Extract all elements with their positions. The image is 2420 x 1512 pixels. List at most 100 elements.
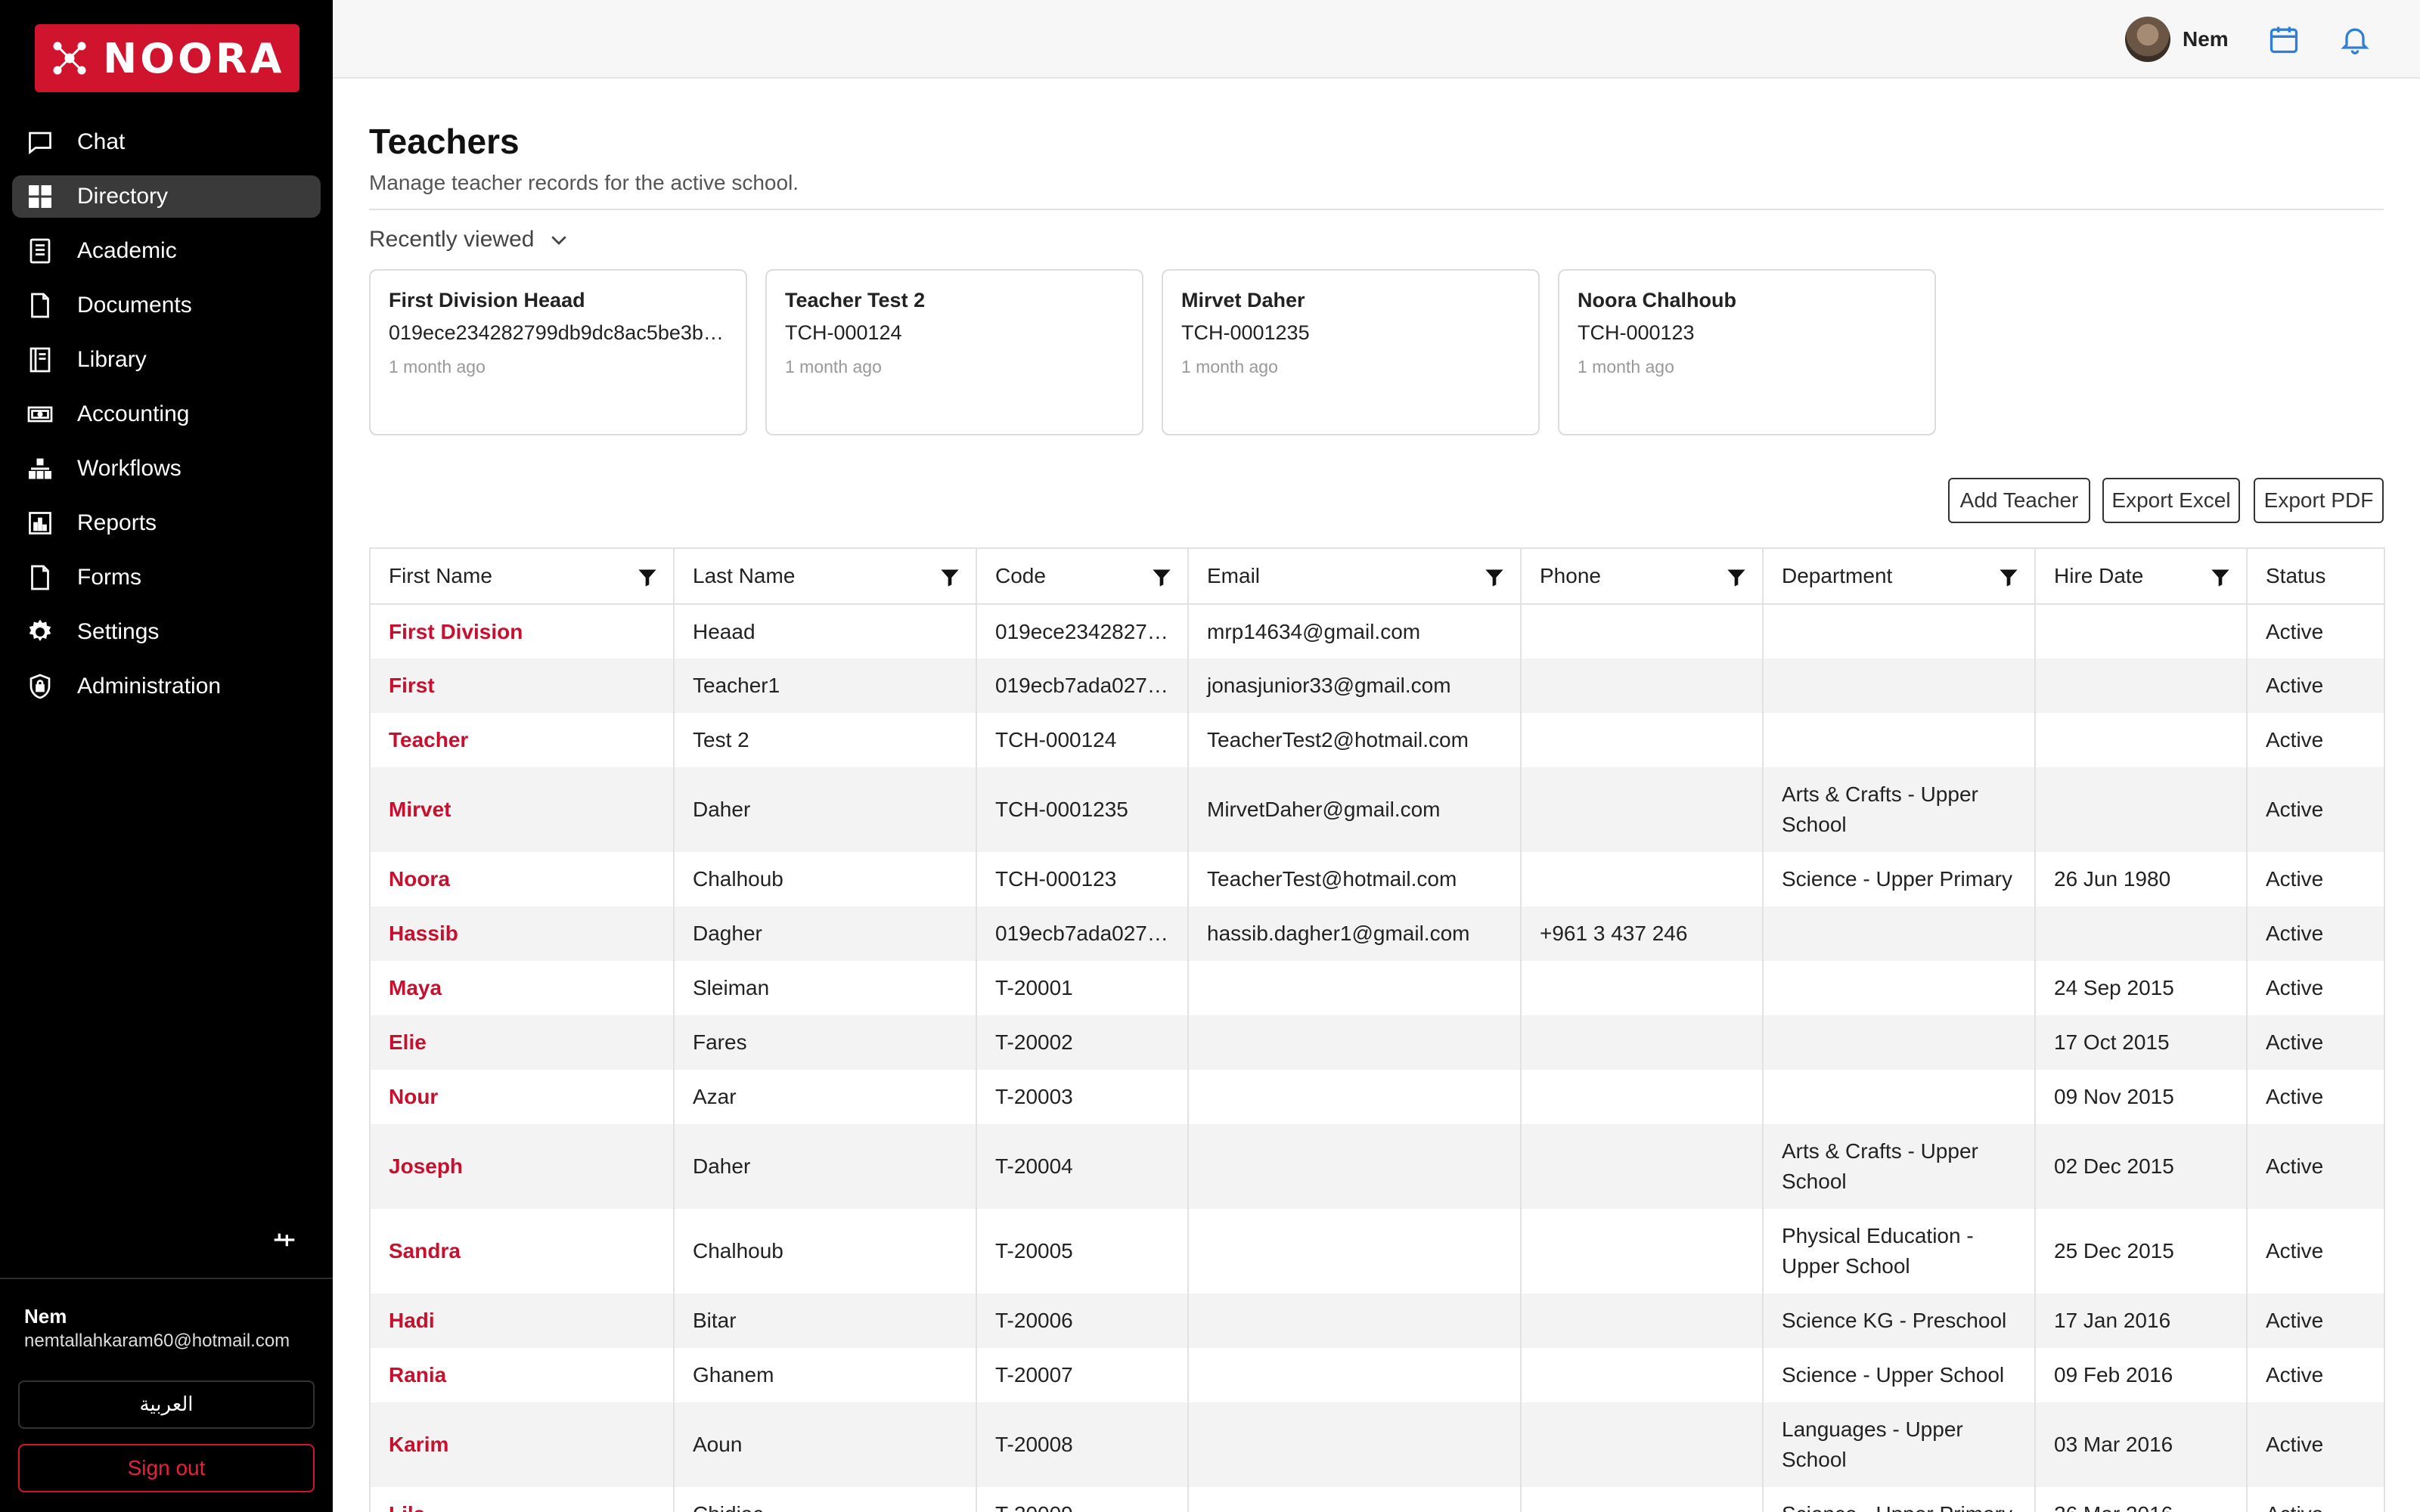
cell-email: mrp14634@gmail.com: [1187, 604, 1522, 658]
table-row[interactable]: Rania Ghanem T-20007 Science - Upper School…: [369, 1348, 2385, 1402]
sign-out-button[interactable]: Sign out: [18, 1444, 315, 1492]
recent-card[interactable]: Noora Chalhoub TCH-000123 1 month ago: [1558, 269, 1936, 435]
chevron-down-icon: [551, 236, 567, 245]
cell-code: T-20005: [976, 1209, 1189, 1294]
sidebar-item-label: Administration: [77, 674, 222, 699]
cell-first-name[interactable]: Hassib: [369, 906, 675, 961]
column-header-code[interactable]: Code: [976, 547, 1189, 605]
cell-phone: [1520, 1209, 1764, 1294]
add-teacher-button[interactable]: Add Teacher: [1948, 478, 2090, 523]
table-row[interactable]: First Division Heaad 019ece23428279… mrp146…: [369, 604, 2385, 658]
filter-icon[interactable]: [1484, 567, 1505, 588]
recent-card[interactable]: First Division Heaad 019ece234282799db9d…: [369, 269, 747, 435]
gear-icon: [26, 618, 54, 646]
cell-first-name[interactable]: Teacher: [369, 713, 675, 767]
cell-phone: [1520, 658, 1764, 713]
sidebar-item-academic[interactable]: Academic: [12, 230, 321, 272]
recent-card-name: Mirvet Daher: [1181, 289, 1305, 311]
cell-email: hassib.dagher1@gmail.com: [1187, 906, 1522, 961]
cell-email: [1187, 1487, 1522, 1512]
sidebar-item-reports[interactable]: Reports: [12, 502, 321, 544]
filter-icon[interactable]: [1726, 567, 1747, 588]
recent-card[interactable]: Teacher Test 2 TCH-000124 1 month ago: [765, 269, 1143, 435]
cell-status: Active: [2246, 1487, 2385, 1512]
cell-email: [1187, 1348, 1522, 1402]
noora-logo[interactable]: NOORA: [35, 24, 299, 92]
recent-card-name: Teacher Test 2: [785, 289, 926, 311]
table-row[interactable]: Elie Fares T-20002 17 Oct 2015 Active: [369, 1015, 2385, 1070]
cell-code: TCH-0001235: [976, 767, 1189, 852]
cell-first-name[interactable]: Elie: [369, 1015, 675, 1070]
table-row[interactable]: Hadi Bitar T-20006 Science KG - Preschool 17…: [369, 1294, 2385, 1348]
export-pdf-button[interactable]: Export PDF: [2254, 478, 2384, 523]
sidebar-item-workflows[interactable]: Workflows: [12, 448, 321, 490]
column-header-department[interactable]: Department: [1762, 547, 2036, 605]
column-header-status[interactable]: Status: [2246, 547, 2385, 605]
cell-first-name[interactable]: Sandra: [369, 1209, 675, 1294]
table-row[interactable]: LilaChidiacT-20009 Science - Upper Primar…: [369, 1487, 2385, 1512]
recent-card[interactable]: Mirvet Daher TCH-0001235 1 month ago: [1162, 269, 1540, 435]
table-row[interactable]: Mirvet Daher TCH-0001235 MirvetDaher@gmail.…: [369, 767, 2385, 852]
cell-code: T-20008: [976, 1402, 1189, 1487]
table-row[interactable]: Teacher Test 2 TCH-000124 TeacherTest2@hotm…: [369, 713, 2385, 767]
sidebar-item-accounting[interactable]: Accounting: [12, 393, 321, 435]
filter-icon[interactable]: [1151, 567, 1172, 588]
filter-icon[interactable]: [1998, 567, 2019, 588]
cell-first-name[interactable]: Lila: [369, 1487, 675, 1512]
cell-first-name[interactable]: Nour: [369, 1070, 675, 1124]
recently-viewed-toggle[interactable]: Recently viewed: [369, 227, 570, 253]
cell-last-name: Azar: [673, 1070, 977, 1124]
sidebar-item-documents[interactable]: Documents: [12, 284, 321, 327]
sidebar-item-administration[interactable]: Administration: [12, 665, 321, 708]
language-toggle-button[interactable]: العربية: [18, 1380, 315, 1429]
cell-first-name[interactable]: Rania: [369, 1348, 675, 1402]
table-row[interactable]: Maya Sleiman T-20001 24 Sep 2015 Active: [369, 961, 2385, 1015]
filter-icon[interactable]: [637, 567, 658, 588]
cell-first-name[interactable]: Joseph: [369, 1124, 675, 1209]
table-row[interactable]: Noora Chalhoub TCH-000123 TeacherTest@hotma…: [369, 852, 2385, 906]
cell-first-name[interactable]: First: [369, 658, 675, 713]
column-header-first-name[interactable]: First Name: [369, 547, 675, 605]
cell-code: 019ecb7ada027…: [976, 906, 1189, 961]
column-header-phone[interactable]: Phone: [1520, 547, 1764, 605]
sidebar-item-settings[interactable]: Settings: [12, 611, 321, 653]
sidebar: NOORA Chat Directory Academic Documents …: [0, 0, 333, 1512]
cell-phone: [1520, 1294, 1764, 1348]
cell-phone: [1520, 1402, 1764, 1487]
cell-department: Science KG - Preschool: [1762, 1294, 2036, 1348]
column-header-hire-date[interactable]: Hire Date: [2034, 547, 2248, 605]
table-row[interactable]: Joseph Daher T-20004 Arts & Crafts - Upper …: [369, 1124, 2385, 1209]
cell-first-name[interactable]: First Division: [369, 604, 675, 658]
cell-first-name[interactable]: Karim: [369, 1402, 675, 1487]
sidebar-item-forms[interactable]: Forms: [12, 556, 321, 599]
cell-first-name[interactable]: Maya: [369, 961, 675, 1015]
table-row[interactable]: Hassib Dagher 019ecb7ada027… hassib.dagher1…: [369, 906, 2385, 961]
filter-icon[interactable]: [939, 567, 960, 588]
column-header-last-name[interactable]: Last Name: [673, 547, 977, 605]
bell-icon[interactable]: [2338, 23, 2372, 56]
cell-first-name[interactable]: Noora: [369, 852, 675, 906]
cell-email: MirvetDaher@gmail.com: [1187, 767, 1522, 852]
table-row[interactable]: Sandra Chalhoub T-20005 Physical Education …: [369, 1209, 2385, 1294]
pin-sidebar-icon[interactable]: [269, 1225, 299, 1255]
cell-code: T-20004: [976, 1124, 1189, 1209]
column-header-email[interactable]: Email: [1187, 547, 1522, 605]
cell-status: Active: [2246, 1070, 2385, 1124]
export-excel-button[interactable]: Export Excel: [2102, 478, 2240, 523]
table-row[interactable]: Nour Azar T-20003 09 Nov 2015 Active: [369, 1070, 2385, 1124]
sidebar-item-label: Settings: [77, 619, 160, 644]
sidebar-item-library[interactable]: Library: [12, 339, 321, 381]
filter-icon[interactable]: [2210, 567, 2231, 588]
cell-status: Active: [2246, 1015, 2385, 1070]
cell-first-name[interactable]: Mirvet: [369, 767, 675, 852]
sidebar-item-chat[interactable]: Chat: [12, 121, 321, 163]
top-user-name[interactable]: Nem: [2183, 27, 2229, 51]
cell-phone: [1520, 1124, 1764, 1209]
calendar-icon[interactable]: [2267, 23, 2301, 56]
table-row[interactable]: First Teacher1 019ecb7ada027… jonasjunior33…: [369, 658, 2385, 713]
sidebar-item-directory[interactable]: Directory: [12, 175, 321, 218]
table-row[interactable]: Karim Aoun T-20008 Languages - Upper School…: [369, 1402, 2385, 1487]
avatar[interactable]: [2125, 17, 2170, 62]
cell-first-name[interactable]: Hadi: [369, 1294, 675, 1348]
sidebar-nav: Chat Directory Academic Documents Librar…: [12, 121, 321, 720]
